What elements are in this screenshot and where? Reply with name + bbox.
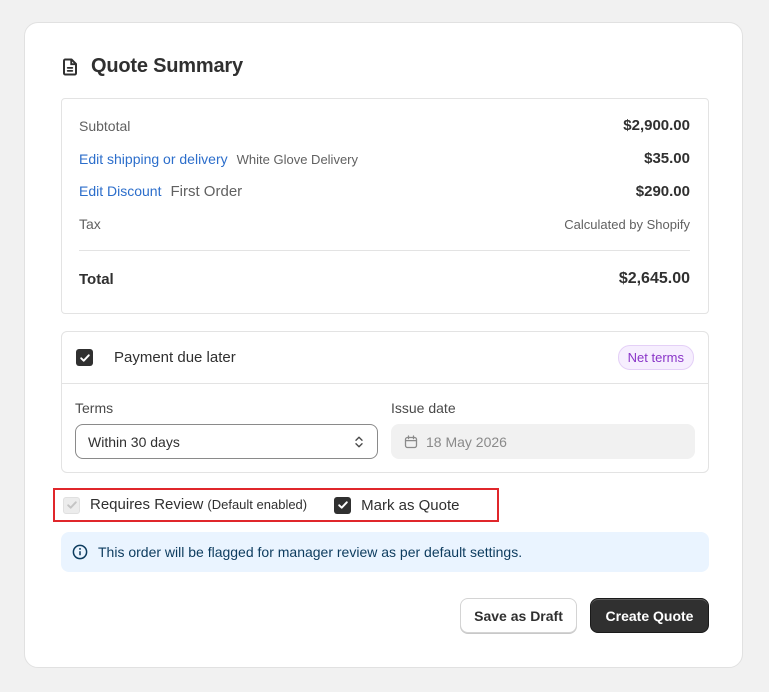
issue-date-field[interactable]: 18 May 2026 <box>391 424 695 459</box>
select-chevron-icon <box>355 436 363 447</box>
terms-value: Within 30 days <box>88 433 180 450</box>
quote-summary-card: Quote Summary Subtotal $2,900.00 Edit sh… <box>24 22 743 668</box>
info-icon <box>72 544 88 560</box>
info-banner: This order will be flagged for manager r… <box>61 532 709 572</box>
subtotal-label: Subtotal <box>79 117 131 134</box>
discount-amount: $290.00 <box>635 183 690 200</box>
payment-due-later-label: Payment due later <box>114 349 236 366</box>
mark-as-quote-option: Mark as Quote <box>334 496 460 514</box>
info-banner-text: This order will be flagged for manager r… <box>98 544 523 560</box>
tax-row: Tax Calculated by Shopify <box>79 216 690 232</box>
review-options-highlight: Requires Review (Default enabled) Mark as… <box>53 488 499 522</box>
terms-select[interactable]: Within 30 days <box>75 424 378 459</box>
payment-header: Payment due later Net terms <box>62 332 708 384</box>
discount-row: Edit Discount First Order $290.00 <box>79 183 690 200</box>
requires-review-note: (Default enabled) <box>207 497 308 512</box>
tax-amount: Calculated by Shopify <box>564 216 690 232</box>
check-icon <box>337 501 348 509</box>
subtotal-row: Subtotal $2,900.00 <box>79 117 690 134</box>
terms-label: Terms <box>75 400 114 416</box>
mark-as-quote-checkbox[interactable] <box>334 496 352 514</box>
summary-box: Subtotal $2,900.00 Edit shipping or deli… <box>61 98 709 314</box>
issue-date-label: Issue date <box>391 400 456 416</box>
net-terms-badge: Net terms <box>617 345 694 370</box>
document-icon <box>61 58 79 76</box>
issue-date-value: 18 May 2026 <box>426 433 507 450</box>
shipping-method: White Glove Delivery <box>236 151 359 167</box>
requires-review-label: Requires Review <box>90 496 204 513</box>
shipping-row: Edit shipping or delivery White Glove De… <box>79 150 690 167</box>
total-row: Total $2,645.00 <box>79 270 690 288</box>
page-title: Quote Summary <box>91 55 243 77</box>
check-icon <box>79 353 90 362</box>
requires-review-checkbox[interactable] <box>63 496 80 514</box>
save-as-draft-button[interactable]: Save as Draft <box>460 598 577 633</box>
shipping-amount: $35.00 <box>644 150 690 167</box>
total-label: Total <box>79 270 114 288</box>
edit-shipping-link[interactable]: Edit shipping or delivery <box>79 151 228 167</box>
calendar-icon <box>404 434 418 448</box>
edit-discount-link[interactable]: Edit Discount <box>79 183 161 199</box>
check-icon <box>66 501 77 509</box>
total-amount: $2,645.00 <box>618 270 690 287</box>
requires-review-option: Requires Review (Default enabled) <box>63 496 307 514</box>
subtotal-amount: $2,900.00 <box>623 117 690 134</box>
summary-divider <box>79 250 690 251</box>
payment-due-later-checkbox[interactable] <box>76 349 93 366</box>
create-quote-button[interactable]: Create Quote <box>590 598 709 633</box>
payment-box: Payment due later Net terms Terms Issue … <box>61 331 709 473</box>
card-header: Quote Summary <box>61 55 243 78</box>
discount-name: First Order <box>170 183 243 200</box>
mark-as-quote-label: Mark as Quote <box>361 496 460 514</box>
tax-label: Tax <box>79 216 101 232</box>
